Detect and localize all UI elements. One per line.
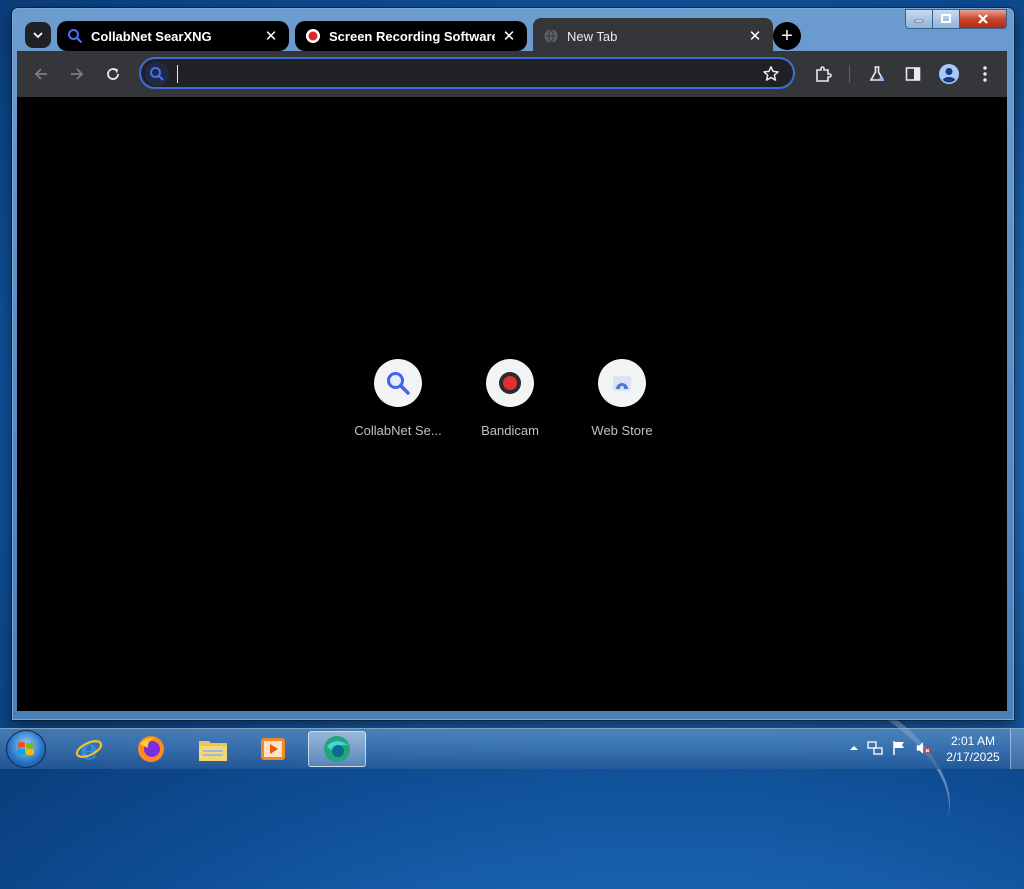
close-icon[interactable]: ✕ bbox=[747, 28, 763, 45]
toolbar-separator bbox=[849, 65, 850, 83]
close-icon[interactable]: ✕ bbox=[263, 28, 279, 45]
window-controls bbox=[905, 9, 1007, 29]
menu-button[interactable] bbox=[973, 62, 997, 86]
arrow-right-icon bbox=[71, 68, 84, 80]
magnifier-icon bbox=[67, 28, 83, 44]
flask-icon bbox=[869, 66, 885, 82]
avatar-icon bbox=[939, 64, 959, 84]
taskbar: e 2:01 AM 2/17/2025 bbox=[0, 728, 1024, 769]
show-desktop-button[interactable] bbox=[1010, 729, 1024, 769]
volume-muted-icon[interactable] bbox=[915, 740, 931, 756]
new-tab-page: CollabNet Se... Bandicam Web Store bbox=[17, 97, 1007, 711]
search-icon bbox=[145, 62, 169, 86]
back-button[interactable] bbox=[29, 62, 53, 86]
side-panel-icon bbox=[905, 67, 921, 81]
browser-window: CollabNet SearXNG ✕ Screen Recording Sof… bbox=[12, 8, 1014, 720]
clock-date: 2/17/2025 bbox=[946, 750, 1000, 764]
kebab-menu-icon bbox=[983, 66, 987, 82]
action-center-flag-icon[interactable] bbox=[891, 740, 907, 756]
shortcut-label: CollabNet Se... bbox=[354, 423, 442, 438]
shortcut-label: Bandicam bbox=[481, 423, 539, 438]
web-store-icon bbox=[598, 359, 646, 407]
windows-logo-icon bbox=[18, 741, 34, 756]
firefox-icon bbox=[138, 736, 164, 762]
minimize-button[interactable] bbox=[905, 9, 932, 29]
magnifier-icon bbox=[374, 359, 422, 407]
taskbar-media-player[interactable] bbox=[246, 731, 300, 767]
globe-icon bbox=[543, 28, 559, 44]
chevron-down-icon bbox=[33, 32, 43, 39]
taskbar-internet-explorer[interactable]: e bbox=[62, 731, 116, 767]
shortcut-web-store[interactable]: Web Store bbox=[572, 359, 672, 438]
forward-button[interactable] bbox=[65, 62, 89, 86]
svg-text:e: e bbox=[80, 734, 98, 764]
reload-button[interactable] bbox=[101, 62, 125, 86]
tab-collabnet-searxng[interactable]: CollabNet SearXNG ✕ bbox=[57, 21, 289, 51]
browser-toolbar bbox=[17, 51, 1007, 97]
maximize-button[interactable] bbox=[932, 9, 959, 29]
tab-search-button[interactable] bbox=[25, 22, 51, 48]
file-explorer-icon bbox=[199, 741, 227, 761]
reload-icon bbox=[107, 68, 119, 80]
tab-strip: CollabNet SearXNG ✕ Screen Recording Sof… bbox=[17, 13, 907, 55]
record-icon bbox=[305, 28, 321, 44]
taskbar-firefox[interactable] bbox=[124, 731, 178, 767]
close-icon[interactable]: ✕ bbox=[501, 28, 517, 45]
close-window-button[interactable] bbox=[959, 9, 1007, 29]
start-button[interactable] bbox=[6, 730, 46, 768]
shortcut-label: Web Store bbox=[591, 423, 653, 438]
media-player-icon bbox=[261, 738, 285, 760]
shortcut-bandicam[interactable]: Bandicam bbox=[460, 359, 560, 438]
tab-title: CollabNet SearXNG bbox=[91, 28, 212, 44]
profile-button[interactable] bbox=[937, 62, 961, 86]
show-hidden-icons-button[interactable] bbox=[846, 740, 862, 756]
address-input[interactable] bbox=[175, 61, 759, 87]
side-panel-button[interactable] bbox=[901, 62, 925, 86]
maximize-icon bbox=[941, 14, 951, 23]
plus-icon: + bbox=[781, 24, 793, 47]
labs-button[interactable] bbox=[865, 62, 889, 86]
address-bar[interactable] bbox=[139, 57, 795, 89]
record-icon bbox=[486, 359, 534, 407]
tab-title: Screen Recording Software: ca bbox=[329, 28, 495, 44]
shortcut-collabnet[interactable]: CollabNet Se... bbox=[348, 359, 448, 438]
internet-explorer-icon: e bbox=[75, 734, 103, 764]
system-clock[interactable]: 2:01 AM 2/17/2025 bbox=[938, 733, 1008, 765]
tab-screen-recording[interactable]: Screen Recording Software: ca ✕ bbox=[295, 21, 527, 51]
close-icon bbox=[978, 14, 988, 24]
chevron-up-icon bbox=[850, 746, 858, 750]
new-tab-button[interactable]: + bbox=[773, 22, 801, 50]
minimize-icon bbox=[914, 19, 924, 23]
taskbar-file-explorer[interactable] bbox=[186, 731, 240, 767]
text-caret bbox=[177, 65, 178, 83]
tab-new-tab[interactable]: New Tab ✕ bbox=[533, 18, 773, 54]
arrow-left-icon bbox=[34, 68, 47, 80]
clock-time: 2:01 AM bbox=[950, 734, 996, 748]
tab-title: New Tab bbox=[567, 28, 618, 44]
taskbar-browser[interactable] bbox=[308, 731, 366, 767]
puzzle-icon bbox=[816, 66, 832, 82]
bookmark-star-icon[interactable] bbox=[761, 64, 781, 84]
browser-icon bbox=[324, 736, 350, 762]
extensions-button[interactable] bbox=[811, 62, 835, 86]
network-icon[interactable] bbox=[867, 740, 883, 756]
